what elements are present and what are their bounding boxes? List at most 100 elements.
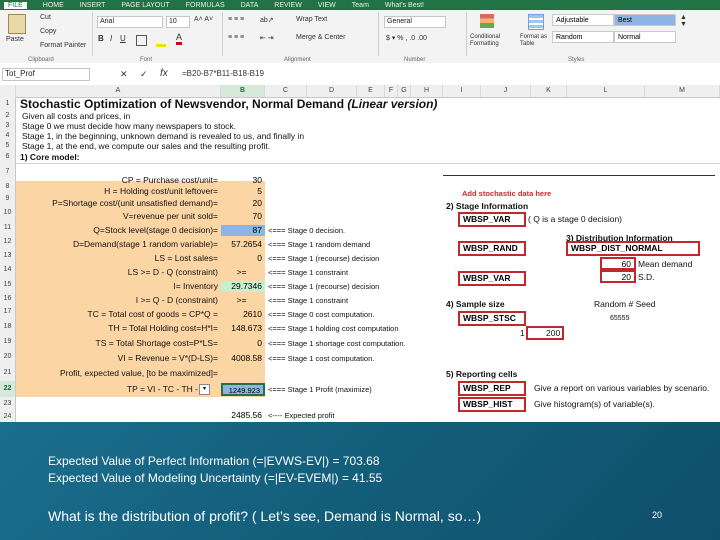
- italic-button[interactable]: I: [110, 34, 112, 43]
- dropdown-icon[interactable]: ▾: [199, 384, 210, 395]
- wbsp-var-cell[interactable]: WBSP_VAR: [458, 212, 526, 227]
- column-header[interactable]: E: [357, 85, 385, 97]
- row-header[interactable]: 17: [0, 305, 16, 319]
- wbsp-stsc-cell[interactable]: WBSP_STSC: [458, 311, 526, 326]
- cancel-icon[interactable]: ✕: [120, 69, 128, 80]
- value-tp-selected[interactable]: 1249.923: [221, 383, 265, 396]
- column-header[interactable]: D: [307, 85, 357, 97]
- font-name-select[interactable]: Arial: [97, 16, 163, 28]
- column-header[interactable]: C: [265, 85, 307, 97]
- value-p[interactable]: 20: [221, 198, 265, 209]
- format-painter-button[interactable]: Format Painter: [40, 42, 86, 49]
- style-best[interactable]: Best: [614, 14, 676, 26]
- formula-input[interactable]: =B20-B7*B11-B18-B19: [182, 69, 264, 78]
- value-d[interactable]: 57.2654: [221, 239, 265, 250]
- tab-formulas[interactable]: FORMULAS: [186, 2, 225, 9]
- tab-page-layout[interactable]: PAGE LAYOUT: [121, 2, 169, 9]
- row-header[interactable]: 20: [0, 349, 16, 365]
- style-normal[interactable]: Normal: [614, 31, 676, 43]
- row-header[interactable]: 15: [0, 277, 16, 293]
- column-header[interactable]: K: [531, 85, 567, 97]
- sample-stsc-a[interactable]: 1: [520, 328, 525, 339]
- row-header[interactable]: 11: [0, 221, 16, 235]
- row-header[interactable]: 6: [0, 151, 16, 163]
- tab-view[interactable]: VIEW: [318, 2, 336, 9]
- value-ls-constraint[interactable]: >=: [221, 267, 265, 278]
- value-vi[interactable]: 4008.58: [221, 353, 265, 364]
- conditional-formatting-button[interactable]: Conditional Formatting: [470, 34, 518, 48]
- borders-icon[interactable]: [136, 35, 147, 46]
- row-header[interactable]: 5: [0, 141, 16, 151]
- value-q[interactable]: 87: [221, 225, 265, 236]
- row-header[interactable]: 19: [0, 335, 16, 349]
- wbsp-var2-cell[interactable]: WBSP_VAR: [458, 271, 526, 286]
- wbsp-rand-cell[interactable]: WBSP_RAND: [458, 241, 526, 256]
- column-header[interactable]: H: [411, 85, 443, 97]
- cut-button[interactable]: Cut: [40, 14, 51, 21]
- wbsp-dist-normal-cell[interactable]: WBSP_DIST_NORMAL: [566, 241, 700, 256]
- style-random[interactable]: Random: [552, 31, 614, 43]
- underline-button[interactable]: U: [120, 34, 126, 43]
- wbsp-rep-cell[interactable]: WBSP_REP: [458, 381, 526, 396]
- wrap-text-button[interactable]: Wrap Text: [296, 16, 327, 23]
- bold-button[interactable]: B: [98, 34, 104, 43]
- row-header[interactable]: 10: [0, 205, 16, 221]
- indent-icon[interactable]: ⇤ ⇥: [260, 34, 274, 42]
- row-header[interactable]: 1: [0, 97, 16, 111]
- value-i[interactable]: 29.7346: [221, 281, 265, 292]
- conditional-formatting-icon[interactable]: [480, 14, 494, 28]
- row-header[interactable]: 22: [0, 381, 16, 397]
- value-v[interactable]: 70: [221, 211, 265, 222]
- random-seed-value[interactable]: 65555: [610, 313, 629, 324]
- copy-button[interactable]: Copy: [40, 28, 56, 35]
- row-header[interactable]: 4: [0, 131, 16, 141]
- value-expected-profit[interactable]: 2485.56: [221, 410, 265, 421]
- row-header[interactable]: 18: [0, 319, 16, 335]
- tab-file[interactable]: FILE: [4, 1, 27, 9]
- value-h[interactable]: 5: [221, 186, 265, 197]
- tab-whats-best[interactable]: What's Best!: [385, 2, 424, 9]
- font-size-select[interactable]: 10: [166, 16, 190, 28]
- select-all-corner[interactable]: [0, 85, 16, 97]
- tab-team[interactable]: Team: [352, 2, 369, 9]
- row-header[interactable]: 21: [0, 365, 16, 381]
- fx-icon[interactable]: fx: [160, 68, 168, 79]
- font-color-icon[interactable]: A: [176, 33, 183, 45]
- row-header[interactable]: 14: [0, 263, 16, 277]
- font-grow-icon[interactable]: A˄ A˅: [194, 16, 213, 23]
- align-left-icon[interactable]: ≡ ≡ ≡: [228, 34, 244, 41]
- column-header[interactable]: G: [398, 85, 411, 97]
- tab-insert[interactable]: INSERT: [80, 2, 106, 9]
- column-header[interactable]: A: [16, 85, 221, 97]
- row-header[interactable]: 9: [0, 193, 16, 205]
- styles-scroll-icon[interactable]: ▲ ▼: [680, 14, 687, 28]
- row-header[interactable]: 13: [0, 249, 16, 263]
- format-as-table-icon[interactable]: [528, 14, 544, 30]
- value-i-constraint[interactable]: >=: [221, 295, 265, 306]
- column-header[interactable]: M: [645, 85, 720, 97]
- value-th[interactable]: 148.673: [221, 323, 265, 334]
- number-style-icons[interactable]: $ ▾ % , .0 .00: [386, 34, 427, 42]
- value-tc[interactable]: 2610: [221, 309, 265, 320]
- paste-button[interactable]: Paste: [6, 36, 24, 43]
- row-header[interactable]: 8: [0, 181, 16, 193]
- align-top-icon[interactable]: ≡ ≡ ≡: [228, 16, 244, 23]
- value-cp[interactable]: 30: [221, 175, 265, 186]
- value-ts[interactable]: 0: [221, 338, 265, 349]
- name-box[interactable]: Tot_Prof: [2, 68, 90, 81]
- column-header[interactable]: I: [443, 85, 481, 97]
- row-header[interactable]: 2: [0, 111, 16, 121]
- tab-review[interactable]: REVIEW: [274, 2, 302, 9]
- row-header[interactable]: 24: [0, 411, 16, 422]
- number-format-select[interactable]: General: [384, 16, 446, 28]
- row-header[interactable]: 3: [0, 121, 16, 131]
- column-header[interactable]: F: [385, 85, 398, 97]
- paste-icon[interactable]: [8, 14, 26, 34]
- row-header[interactable]: 23: [0, 397, 16, 411]
- wbsp-hist-cell[interactable]: WBSP_HIST: [458, 397, 526, 412]
- enter-icon[interactable]: ✓: [140, 69, 148, 80]
- column-header[interactable]: L: [567, 85, 645, 97]
- row-header[interactable]: 12: [0, 235, 16, 249]
- style-adjustable[interactable]: Adjustable: [552, 14, 614, 26]
- sd-value[interactable]: 20: [600, 270, 636, 283]
